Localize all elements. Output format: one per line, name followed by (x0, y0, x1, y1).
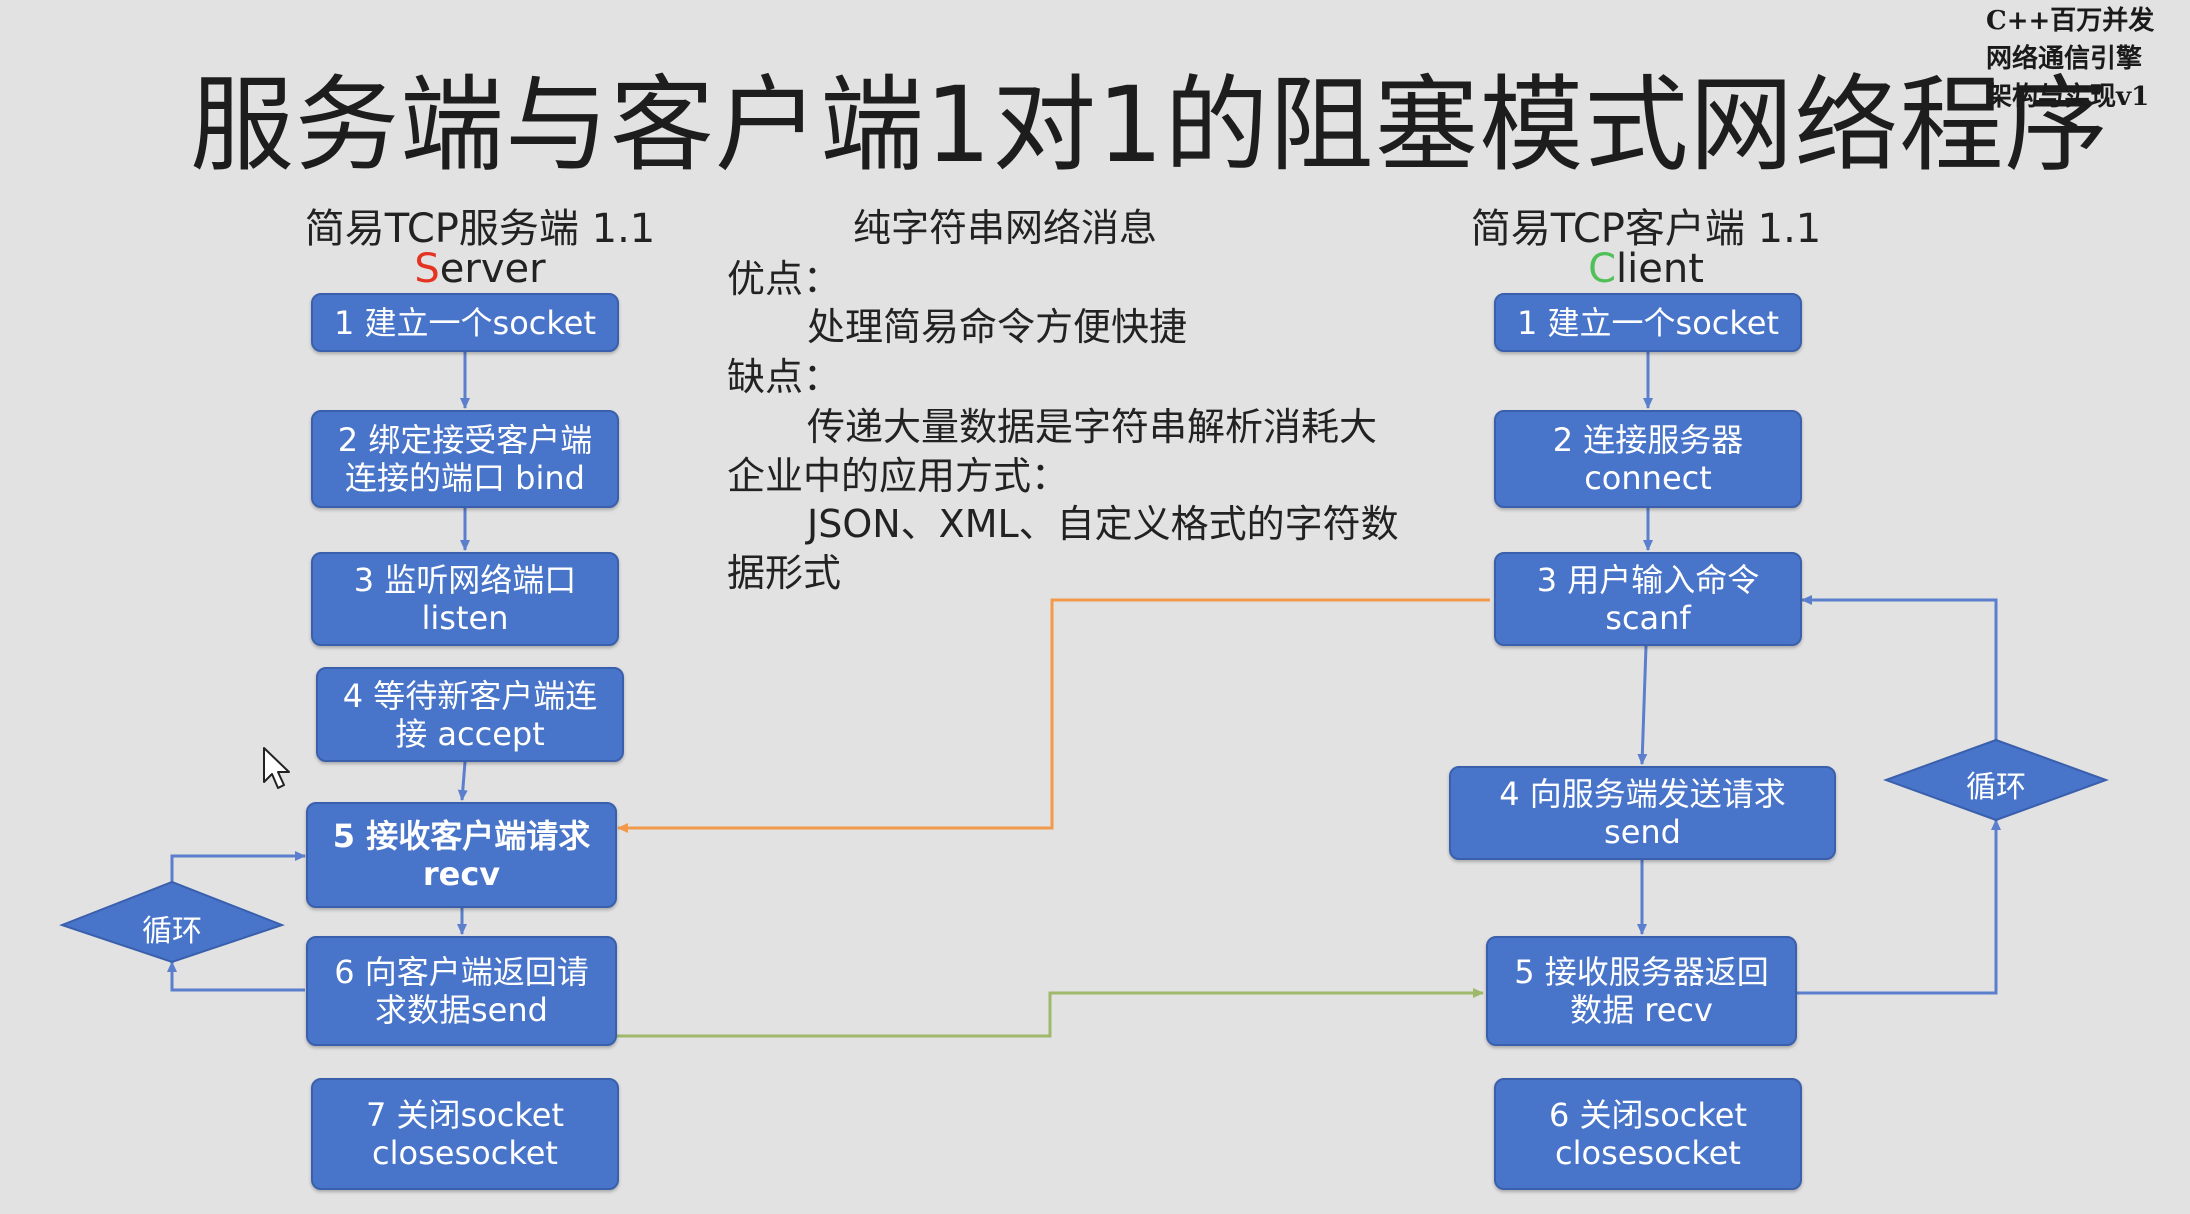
send-to-recv-arrow (617, 598, 1490, 833)
middle-line-cons: 传递大量数据是字符串解析消耗大 (807, 405, 1378, 449)
server-loop-label: 循环 (142, 914, 202, 949)
server-step-send: 6 向客户端返回请 求数据send (306, 936, 617, 1046)
server-subtitle-rest: erver (439, 246, 546, 292)
middle-line-cons-label: 缺点： (727, 355, 842, 399)
middle-line-pros-label: 优点： (727, 257, 842, 301)
client-step-connect: 2 连接服务器 connect (1494, 410, 1802, 508)
client-loop-label: 循环 (1966, 770, 2026, 805)
client-step-send: 4 向服务端发送请求 send (1449, 766, 1836, 860)
client-step-socket: 1 建立一个socket (1494, 293, 1802, 352)
server-arrow-4-5 (457, 761, 468, 801)
middle-line-usage-label: 企业中的应用方式： (727, 454, 1070, 498)
client-subtitle-rest: lient (1616, 246, 1704, 292)
server-step-listen: 3 监听网络端口 listen (311, 552, 619, 646)
server-step-accept: 4 等待新客户端连 接 accept (316, 667, 624, 762)
middle-line-usage: JSON、XML、自定义格式的字符数 (807, 502, 1399, 546)
server-step-bind: 2 绑定接受客户端 连接的端口 bind (311, 410, 619, 508)
cursor-icon (263, 747, 290, 789)
server-step-recv: 5 接收客户端请求 recv (306, 802, 617, 908)
client-subtitle-initial: C (1588, 246, 1617, 292)
client-step-recv: 5 接收服务器返回 数据 recv (1486, 936, 1797, 1046)
server-step-close: 7 关闭socket closesocket (311, 1078, 619, 1190)
server-subtitle-initial: S (414, 246, 440, 292)
middle-line-usage-cont: 据形式 (727, 551, 842, 595)
client-loop-out (1801, 595, 1998, 740)
client-subtitle: Client (1546, 246, 1746, 292)
server-subtitle: Server (380, 246, 580, 292)
client-step-scanf: 3 用户输入命令 scanf (1494, 552, 1802, 646)
server-step-socket: 1 建立一个socket (311, 293, 619, 352)
server-loop-out (170, 851, 306, 882)
client-step-close: 6 关闭socket closesocket (1494, 1078, 1802, 1190)
server-loop-return (167, 961, 305, 992)
middle-line-pros: 处理简易命令方便快捷 (807, 305, 1188, 349)
client-arrow-3-4 (1637, 645, 1648, 765)
send-to-client-recv-arrow (617, 988, 1484, 1038)
middle-heading: 纯字符串网络消息 (853, 206, 1158, 250)
